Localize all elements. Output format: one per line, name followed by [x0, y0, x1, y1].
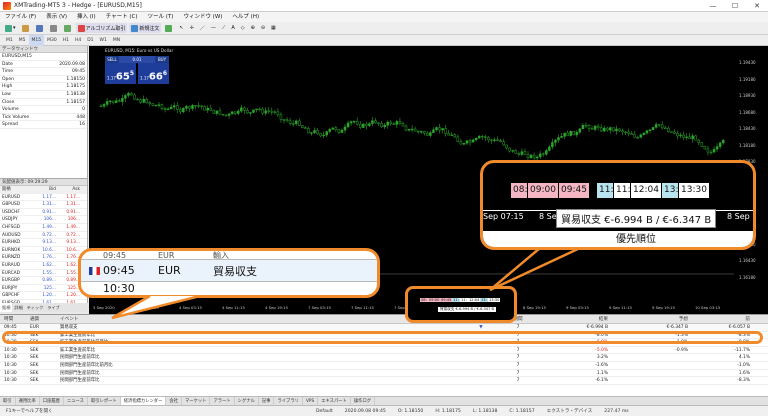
- callout2-pointer: [489, 246, 581, 292]
- callout1-pointer: [111, 294, 201, 320]
- event-tag[interactable]: 11:: [597, 183, 613, 198]
- event-tag[interactable]: 13:30: [679, 183, 709, 198]
- chart-events-zoom-callout: 08: 09:00 09:45 11: 11: 12:04 13: 13:30 Sep 07:…: [480, 160, 756, 250]
- zoom-tooltip: 貿易収支 €-6.994 B / €-6.347 B: [556, 209, 717, 228]
- event-tag[interactable]: 08:: [511, 183, 527, 198]
- zoom-priority-header: 優先順位: [483, 231, 753, 247]
- event-tag[interactable]: 11:: [614, 183, 630, 198]
- event-tag[interactable]: 09:00: [528, 183, 558, 198]
- event-tag[interactable]: 09:45: [559, 183, 589, 198]
- mt5-window: XMTrading-MT5 3 - Hedge - [EURUSD,M15] —…: [0, 0, 768, 416]
- zoom-axis-right: 8 Sep: [727, 212, 750, 221]
- event-tag[interactable]: 13:: [662, 183, 678, 198]
- event-tag[interactable]: 12:04: [631, 183, 661, 198]
- zoom-axis-left: Sep 07:15: [483, 212, 524, 221]
- zoom-priority-label: 優先順位: [616, 234, 656, 245]
- zoom-axis-mid: 8 Se: [539, 212, 557, 221]
